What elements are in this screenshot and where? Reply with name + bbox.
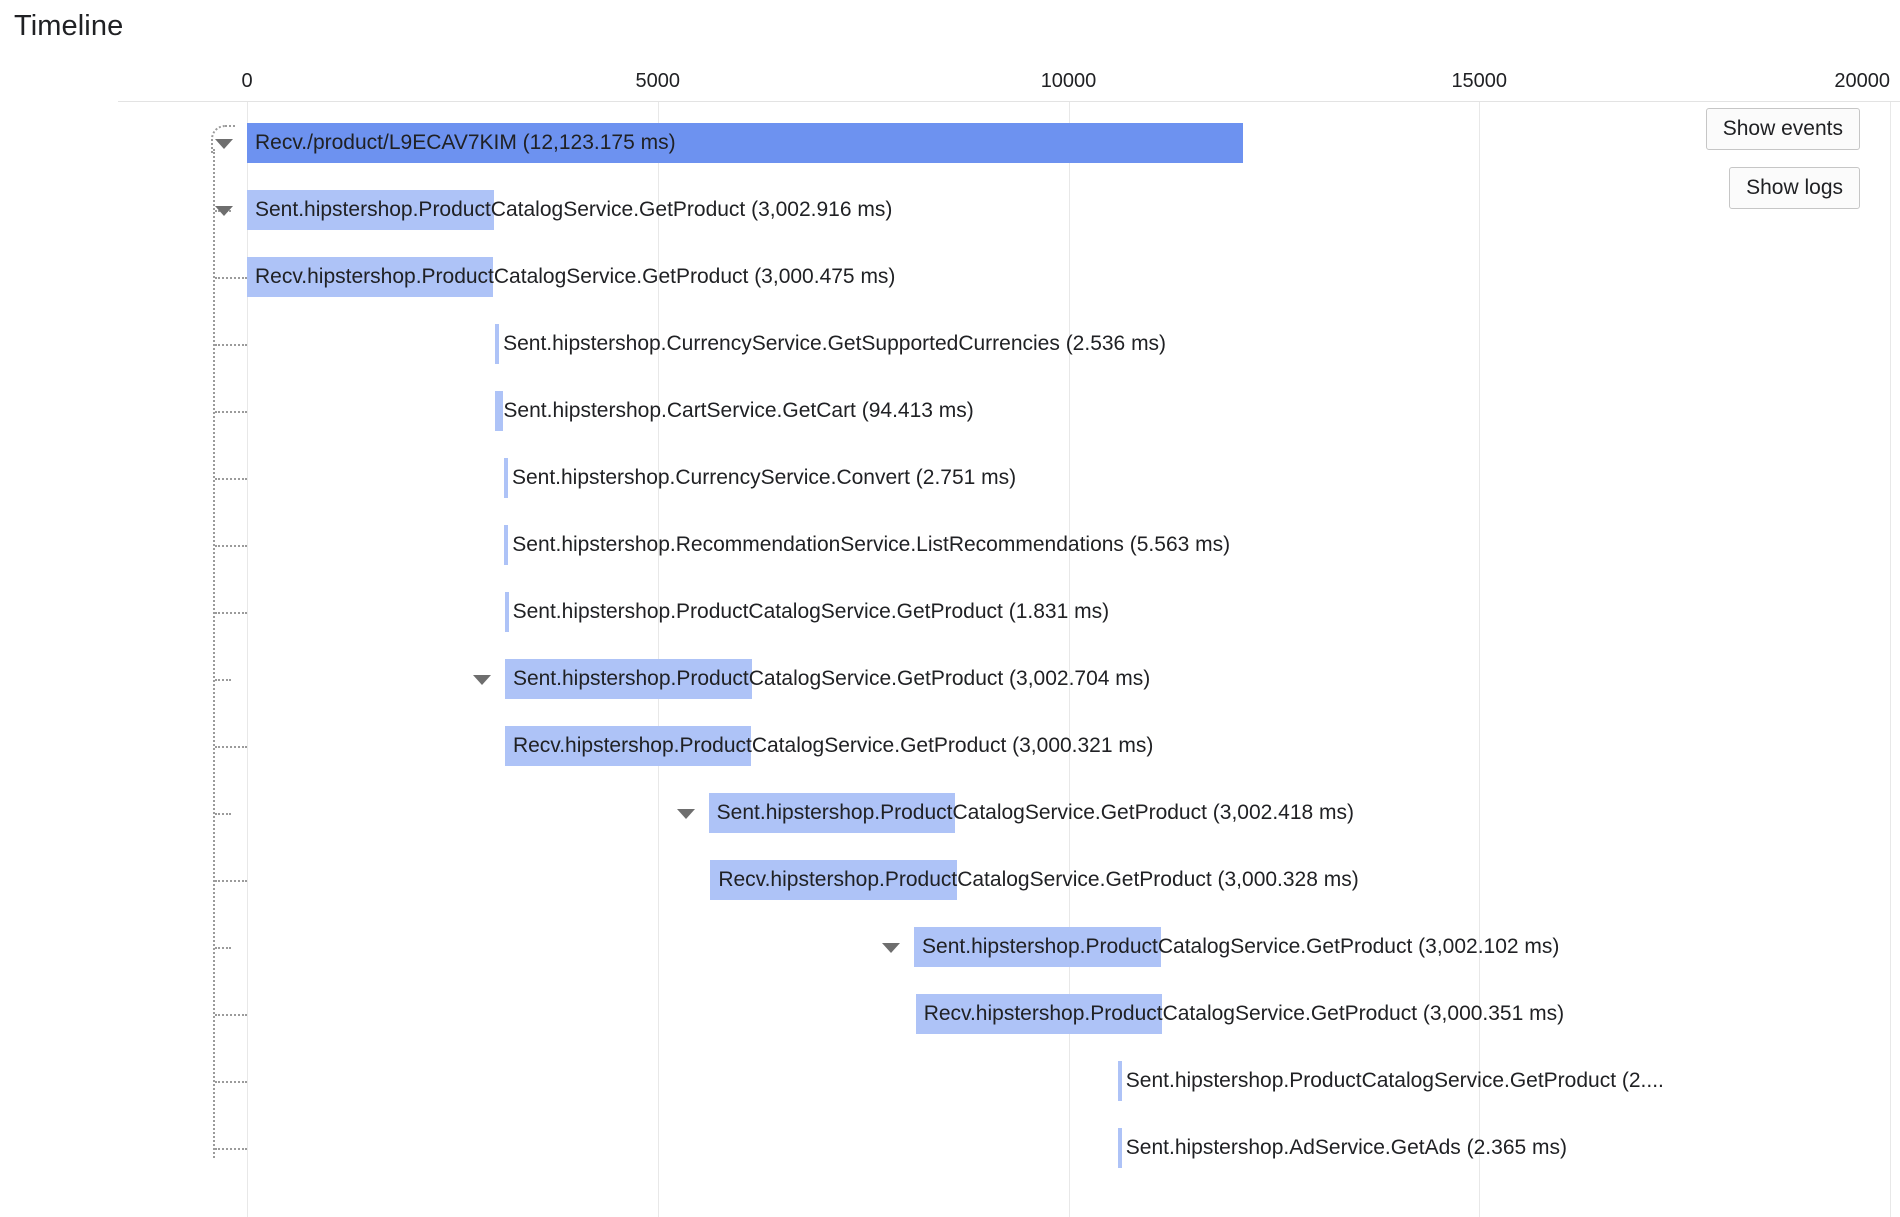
span-label: Sent.hipstershop.ProductCatalogService.G…: [1125, 1069, 1664, 1092]
span-bar[interactable]: [914, 927, 1161, 967]
span-row[interactable]: Sent.hipstershop.AdService.GetAds (2.365…: [0, 1115, 1900, 1182]
expand-collapse-caret-icon[interactable]: [472, 675, 491, 685]
timeline-chart: 0 5000 10000 15000 20000 Recv./product/L9ECA…: [0, 0, 1900, 1217]
span-bar[interactable]: [495, 324, 500, 364]
span-row[interactable]: Sent.hipstershop.CartService.GetCart (94…: [0, 378, 1900, 445]
show-logs-button[interactable]: Show logs: [1729, 167, 1860, 209]
expand-collapse-caret-icon[interactable]: [882, 943, 901, 953]
expand-collapse-caret-icon[interactable]: [215, 139, 233, 149]
x-tick-label-20000: 20000: [1834, 70, 1890, 92]
span-bar[interactable]: [1117, 1128, 1122, 1168]
span-bar[interactable]: [504, 659, 752, 699]
span-bar[interactable]: [247, 257, 494, 297]
x-tick-label-10000: 10000: [1040, 70, 1097, 92]
span-bar[interactable]: [247, 190, 494, 230]
span-row[interactable]: Recv.hipstershop.ProductCatalogService.G…: [0, 847, 1900, 914]
span-bar[interactable]: [708, 793, 956, 833]
expand-collapse-caret-icon[interactable]: [215, 206, 233, 216]
span-row[interactable]: Sent.hipstershop.ProductCatalogService.G…: [0, 646, 1900, 713]
span-row[interactable]: Recv.hipstershop.ProductCatalogService.G…: [0, 713, 1900, 780]
span-bar[interactable]: [710, 860, 957, 900]
span-bar[interactable]: [915, 994, 1163, 1034]
span-bar[interactable]: [247, 123, 1243, 163]
axis-top-rule: [118, 101, 1900, 102]
x-tick-label-15000: 15000: [1451, 70, 1508, 92]
span-bar[interactable]: [503, 458, 508, 498]
show-events-button[interactable]: Show events: [1705, 108, 1860, 150]
span-label: Sent.hipstershop.CartService.GetCart (94…: [503, 399, 974, 422]
span-bar[interactable]: [504, 592, 509, 632]
span-label: Sent.hipstershop.RecommendationService.L…: [512, 533, 1231, 556]
span-label: Sent.hipstershop.AdService.GetAds (2.365…: [1125, 1136, 1567, 1159]
span-row[interactable]: Sent.hipstershop.ProductCatalogService.G…: [0, 177, 1900, 244]
span-bar[interactable]: [504, 726, 752, 766]
span-row[interactable]: Sent.hipstershop.ProductCatalogService.G…: [0, 579, 1900, 646]
span-row[interactable]: Sent.hipstershop.CurrencyService.Convert…: [0, 445, 1900, 512]
span-row[interactable]: Sent.hipstershop.ProductCatalogService.G…: [0, 914, 1900, 981]
x-tick-label-5000: 5000: [635, 70, 681, 92]
span-row[interactable]: Sent.hipstershop.RecommendationService.L…: [0, 512, 1900, 579]
x-tick-label-0: 0: [241, 70, 253, 92]
span-row[interactable]: Recv.hipstershop.ProductCatalogService.G…: [0, 981, 1900, 1048]
span-label: Sent.hipstershop.CurrencyService.Convert…: [511, 466, 1017, 489]
span-bar[interactable]: [1117, 1061, 1122, 1101]
span-row[interactable]: Sent.hipstershop.ProductCatalogService.G…: [0, 780, 1900, 847]
span-row[interactable]: Recv.hipstershop.ProductCatalogService.G…: [0, 244, 1900, 311]
span-bar[interactable]: [504, 525, 509, 565]
span-label: Sent.hipstershop.ProductCatalogService.G…: [512, 600, 1110, 623]
span-row[interactable]: Sent.hipstershop.ProductCatalogService.G…: [0, 1048, 1900, 1115]
span-label: Sent.hipstershop.CurrencyService.GetSupp…: [503, 332, 1167, 355]
span-bar[interactable]: [495, 391, 504, 431]
span-row[interactable]: Recv./product/L9ECAV7KIM (12,123.175 ms): [0, 110, 1900, 177]
expand-collapse-caret-icon[interactable]: [676, 809, 695, 819]
span-row[interactable]: Sent.hipstershop.CurrencyService.GetSupp…: [0, 311, 1900, 378]
